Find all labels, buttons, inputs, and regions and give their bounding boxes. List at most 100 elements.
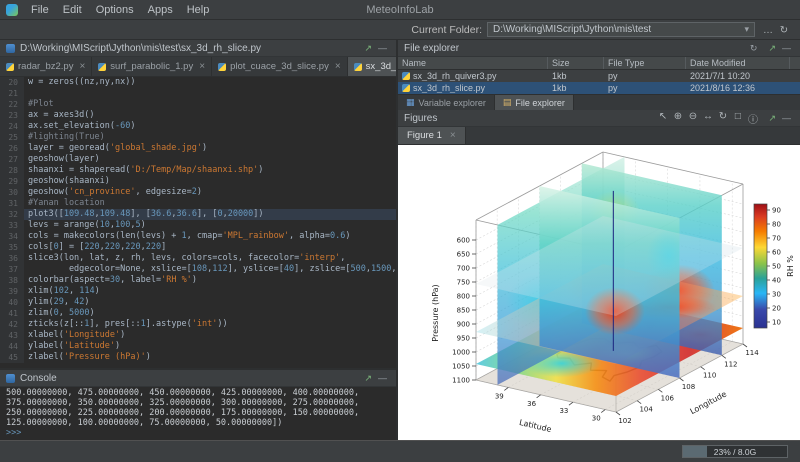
close-tab-icon[interactable]: × [450, 130, 456, 141]
console-output[interactable]: 500.00000000, 475.00000000, 450.00000000… [0, 387, 396, 440]
menu-apps[interactable]: Apps [141, 3, 180, 17]
browse-folder-button[interactable]: … [760, 22, 776, 37]
zoom-in-icon[interactable]: ⊕ [670, 111, 685, 126]
tab-variable-explorer[interactable]: ▦Variable explorer [398, 95, 495, 110]
tab-file-explorer[interactable]: ▤File explorer [495, 95, 574, 110]
figures-title-bar: Figures ↖⊕⊖↔↻□ⓘ ↗— [398, 110, 800, 127]
editor-tab[interactable]: radar_bz2.py× [0, 57, 92, 76]
menu-options[interactable]: Options [89, 3, 141, 17]
app-logo-icon [6, 4, 18, 16]
column-header[interactable]: File Type [604, 57, 686, 69]
close-tab-icon[interactable]: × [79, 61, 85, 72]
zoom-out-icon[interactable]: ⊖ [685, 111, 700, 126]
figure-toolbar: ↖⊕⊖↔↻□ⓘ [655, 111, 760, 126]
code-line: 37 edgecolor=None, xslice=[108,112], ysl… [0, 264, 396, 275]
current-folder-combobox[interactable]: D:\Working\MIScript\Jython\mis\test ▾ [487, 22, 755, 37]
line-number: 40 [0, 297, 24, 308]
select-arrow-icon[interactable]: ↖ [655, 111, 670, 126]
svg-text:106: 106 [661, 394, 675, 402]
close-tab-icon[interactable]: × [335, 61, 341, 72]
column-header[interactable]: Date Modified [686, 57, 790, 69]
line-number: 45 [0, 352, 24, 363]
line-number: 20 [0, 77, 24, 88]
line-number: 44 [0, 341, 24, 352]
code-line: 22#Plot [0, 99, 396, 110]
minimize-panel-icon[interactable]: — [779, 43, 794, 54]
close-tab-icon[interactable]: × [199, 61, 205, 72]
code-editor[interactable]: 20w = zeros((nz,ny,nx))2122#Plot23ax = a… [0, 77, 396, 368]
figures-panel: Figures ↖⊕⊖↔↻□ⓘ ↗— Figure 1 × [398, 110, 800, 440]
code-line: 33levs = arange(10,100,5) [0, 220, 396, 231]
line-number: 42 [0, 319, 24, 330]
full-extent-icon[interactable]: □ [730, 111, 745, 126]
code-line: 28shaanxi = shaperead('D:/Temp/Map/shaan… [0, 165, 396, 176]
float-panel-icon[interactable]: ↗ [765, 113, 779, 124]
refresh-icon[interactable]: ↻ [747, 43, 761, 54]
line-number: 27 [0, 154, 24, 165]
file-row[interactable]: sx_3d_rh_slice.py1kbpy2021/8/16 12:36 [398, 82, 800, 94]
menu-edit[interactable]: Edit [56, 3, 89, 17]
line-number: 24 [0, 121, 24, 132]
line-number: 29 [0, 176, 24, 187]
float-panel-icon[interactable]: ↗ [765, 43, 779, 54]
svg-text:950: 950 [457, 335, 470, 343]
svg-text:RH %: RH % [786, 255, 795, 277]
float-panel-icon[interactable]: ↗ [361, 43, 375, 54]
identify-icon[interactable]: ⓘ [745, 111, 760, 126]
column-header[interactable]: Name [398, 57, 548, 69]
menu-file[interactable]: File [24, 3, 56, 17]
line-number: 25 [0, 132, 24, 143]
float-panel-icon[interactable]: ↗ [361, 373, 375, 384]
rotate-icon[interactable]: ↻ [715, 111, 730, 126]
console-panel: Console ↗— 500.00000000, 475.00000000, 4… [0, 370, 396, 440]
code-line: 34cols = makecolors(len(levs) + 1, cmap=… [0, 231, 396, 242]
menu-help[interactable]: Help [180, 3, 217, 17]
code-line: 31#Yanan location [0, 198, 396, 209]
figure-tab-label: Figure 1 [407, 130, 442, 141]
pan-icon[interactable]: ↔ [700, 111, 715, 126]
svg-text:10: 10 [772, 319, 781, 327]
svg-text:600: 600 [457, 237, 470, 245]
column-header[interactable]: Size [548, 57, 604, 69]
code-line: 29geoshow(shaanxi) [0, 176, 396, 187]
code-line: 42zticks(z[::1], pres[::1].astype('int')… [0, 319, 396, 330]
svg-text:60: 60 [772, 249, 781, 257]
svg-text:700: 700 [457, 265, 470, 273]
minimize-panel-icon[interactable]: — [779, 113, 794, 124]
line-number: 35 [0, 242, 24, 253]
chevron-down-icon[interactable]: ▾ [741, 24, 752, 35]
editor-panel: D:\Working\MIScript\Jython\mis\test\sx_3… [0, 40, 396, 370]
file-row[interactable]: sx_3d_rh_quiver3.py1kbpy2021/7/1 10:20 [398, 70, 800, 82]
line-number: 33 [0, 220, 24, 231]
figure-canvas[interactable]: 600650700750800850900950100010501100Pres… [398, 145, 800, 440]
console-title: Console [20, 373, 57, 384]
file-cell: sx_3d_rh_quiver3.py [398, 71, 548, 81]
svg-text:30: 30 [772, 291, 781, 299]
code-line: 39xlim(102, 114) [0, 286, 396, 297]
file-cell: 1kb [548, 71, 604, 81]
file-cell: py [604, 83, 686, 93]
python-file-icon [218, 63, 226, 71]
editor-tab-label: surf_parabolic_1.py [110, 61, 193, 72]
figure-area: 600650700750800850900950100010501100Pres… [398, 145, 800, 440]
console-line: 375.00000000, 350.00000000, 325.00000000… [6, 398, 390, 408]
svg-text:50: 50 [772, 263, 781, 271]
editor-tab[interactable]: plot_cuace_3d_slice.py× [212, 57, 348, 76]
editor-tab[interactable]: surf_parabolic_1.py × [92, 57, 212, 76]
minimize-panel-icon[interactable]: — [375, 373, 390, 384]
menubar: MeteoInfoLab FileEditOptionsAppsHelp [0, 0, 800, 20]
editor-title-bar: D:\Working\MIScript\Jython\mis\test\sx_3… [0, 40, 396, 57]
minimize-panel-icon[interactable]: — [375, 43, 390, 54]
svg-text:Latitude: Latitude [518, 418, 552, 434]
figure-tab[interactable]: Figure 1 × [398, 127, 466, 144]
file-cell: 2021/7/1 10:20 [686, 71, 790, 81]
code-line: 30geoshow('cn_province', edgesize=2) [0, 187, 396, 198]
python-file-icon [98, 63, 106, 71]
line-number: 23 [0, 110, 24, 121]
svg-text:80: 80 [772, 221, 781, 229]
refresh-folder-button[interactable]: ↻ [776, 22, 792, 37]
svg-text:850: 850 [457, 307, 470, 315]
console-line: 125.00000000, 100.00000000, 75.00000000,… [6, 418, 390, 428]
editor-tab[interactable]: sx_3d_rh_slice.py× [348, 57, 396, 76]
svg-text:39: 39 [495, 392, 504, 400]
